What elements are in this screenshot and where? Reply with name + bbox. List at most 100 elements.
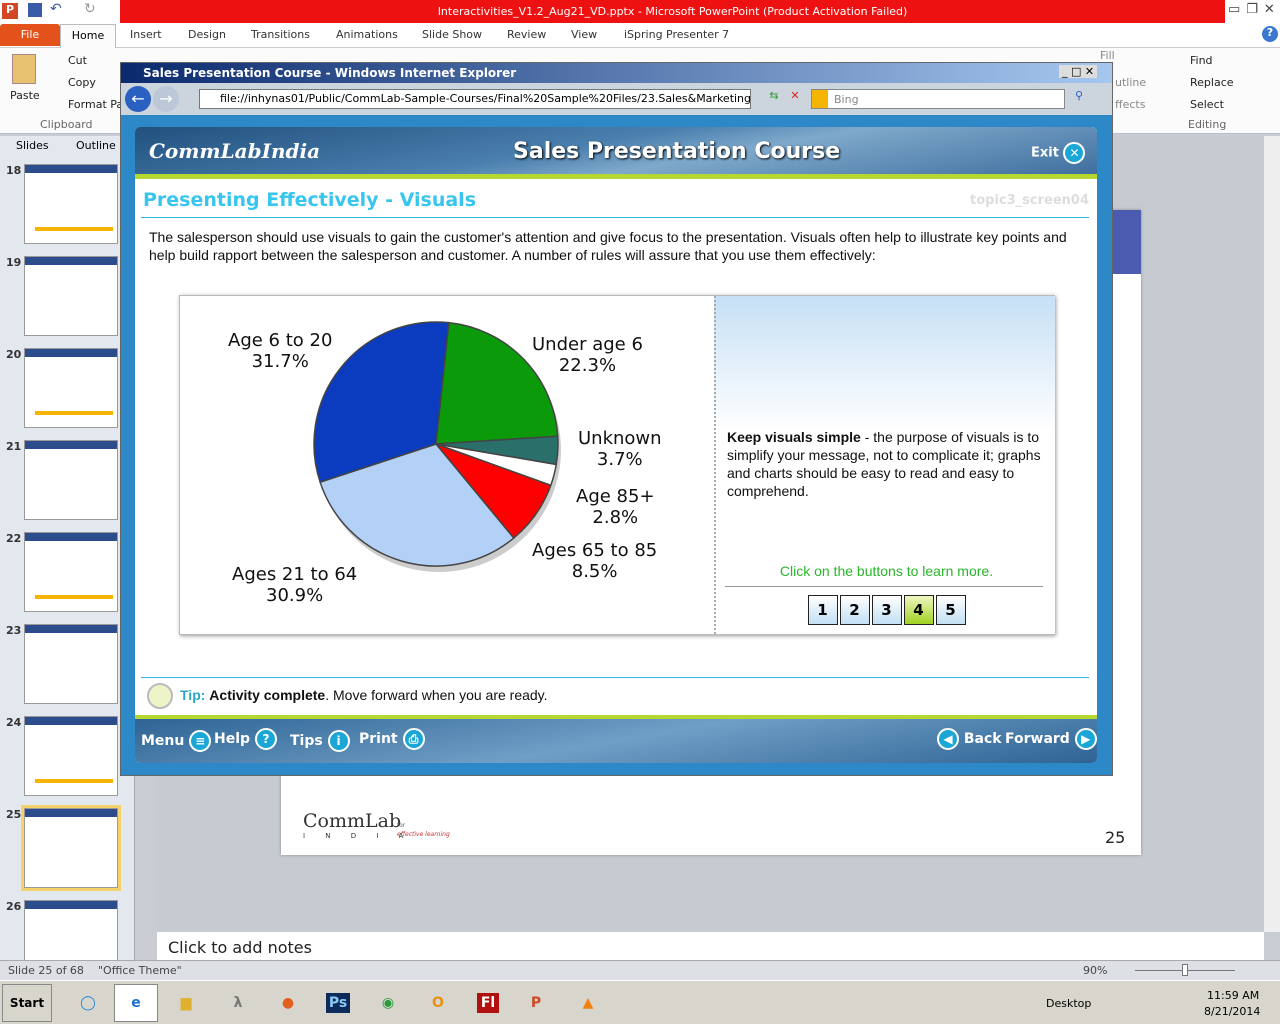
zoom-level[interactable]: 90% (1083, 964, 1107, 977)
topic-buttons: 12345 (716, 595, 1057, 625)
outlook-icon[interactable]: O (416, 984, 460, 1022)
help-icon[interactable]: ? (1262, 26, 1278, 42)
tab-transitions[interactable]: Transitions (251, 28, 310, 41)
forward-icon[interactable]: → (153, 86, 179, 112)
tab-file[interactable]: File (0, 24, 60, 46)
topic-button-4[interactable]: 4 (903, 595, 934, 625)
slice-label: Ages 21 to 64 (232, 564, 358, 585)
slide-number: 21 (6, 440, 22, 453)
slice-value: 8.5% (571, 561, 618, 582)
slide-thumbnail[interactable] (21, 805, 121, 891)
forward-button[interactable]: Forward ▶ (1005, 728, 1097, 750)
copy-button[interactable]: Copy (68, 76, 96, 89)
format-painter-button[interactable]: Format Pa (68, 98, 123, 111)
slide-thumbnail[interactable] (24, 440, 118, 520)
start-button[interactable]: Start (2, 984, 52, 1022)
tab-slide-show[interactable]: Slide Show (422, 28, 482, 41)
back-icon[interactable]: ← (125, 86, 151, 112)
replace-button[interactable]: Replace (1190, 76, 1234, 89)
tab-review[interactable]: Review (507, 28, 546, 41)
tab-ispring[interactable]: iSpring Presenter 7 (624, 28, 729, 41)
topic-button-3[interactable]: 3 (871, 595, 902, 625)
topic-button-5[interactable]: 5 (935, 595, 966, 625)
paste-button[interactable]: Paste (10, 89, 40, 102)
desktop-toolbar[interactable]: Desktop (1046, 997, 1091, 1010)
tips-button[interactable]: Tips i (290, 730, 350, 752)
window-controls[interactable]: ▭❐✕ (1228, 2, 1280, 17)
slide-thumbnail[interactable] (24, 164, 118, 244)
app-icon[interactable]: λ (216, 984, 260, 1022)
help-button[interactable]: Help ? (214, 728, 277, 750)
zoom-slider-thumb[interactable] (1182, 964, 1188, 976)
vertical-scrollbar[interactable] (1264, 136, 1280, 932)
window-title: Interactivities_V1.2_Aug21_VD.pptx - Mic… (120, 0, 1225, 23)
slide-thumbnail[interactable] (24, 256, 118, 336)
find-button[interactable]: Find (1190, 54, 1213, 67)
back-button[interactable]: ◀ Back (937, 728, 1002, 750)
point-title: Keep visuals simple (727, 429, 861, 445)
label-21-64: Ages 21 to 64 30.9% (232, 564, 357, 606)
print-button[interactable]: Print ⎙ (359, 728, 425, 750)
chrome-icon[interactable]: ◉ (366, 984, 410, 1022)
undo-icon[interactable]: ↶ (50, 1, 62, 17)
ie-window-controls[interactable]: _ □ ✕ (1059, 65, 1098, 78)
exit-button[interactable]: Exit ✕ (1031, 142, 1086, 164)
internet-explorer-icon[interactable]: e (114, 984, 158, 1022)
slides-panel: Slides Outline 18 19 20 21 22 23 24 25 26 (0, 136, 135, 980)
shape-outline-button[interactable]: utline (1115, 76, 1146, 89)
info-panel: Keep visuals simple - the purpose of vis… (714, 296, 1055, 634)
tab-animations[interactable]: Animations (336, 28, 398, 41)
tab-home[interactable]: Home (60, 24, 116, 48)
vlc-icon[interactable]: ▲ (566, 984, 610, 1022)
explorer-icon[interactable]: ▆ (164, 984, 208, 1022)
redo-icon[interactable]: ↻ (84, 1, 96, 17)
tab-view[interactable]: View (571, 28, 597, 41)
cut-button[interactable]: Cut (68, 54, 87, 67)
search-icon[interactable]: ⚲ (1069, 89, 1089, 109)
thumb-header (25, 809, 117, 817)
clock-time[interactable]: 11:59 AM (1207, 989, 1259, 1002)
tip-text: Tip: Activity complete. Move forward whe… (180, 687, 548, 703)
instruction-text: Click on the buttons to learn more. (779, 563, 994, 579)
powerpoint-taskbar-icon[interactable]: P (514, 984, 558, 1022)
slide-thumbnail[interactable] (24, 532, 118, 612)
thumb-header (25, 165, 117, 173)
slide-number: 25 (6, 808, 22, 821)
shape-effects-button[interactable]: ffects (1115, 98, 1145, 111)
tab-outline[interactable]: Outline (76, 139, 116, 152)
slide-number: 26 (6, 900, 22, 913)
topic-button-2[interactable]: 2 (839, 595, 870, 625)
powerpoint-icon[interactable]: P (2, 3, 18, 19)
clock-date[interactable]: 8/21/2014 (1204, 1005, 1260, 1018)
select-button[interactable]: Select (1190, 98, 1224, 111)
divider (141, 217, 1089, 218)
slide-thumbnail[interactable] (24, 716, 118, 796)
menu-button[interactable]: Menu ≡ (141, 730, 212, 752)
label-85-plus: Age 85+ 2.8% (576, 486, 655, 528)
save-icon[interactable] (28, 3, 42, 17)
close-icon[interactable]: ✕ (1063, 142, 1086, 164)
flash-icon[interactable]: Fl (466, 984, 510, 1022)
slice-value: 2.8% (592, 507, 639, 528)
search-input[interactable]: Bing (811, 89, 1065, 109)
tab-design[interactable]: Design (188, 28, 226, 41)
photoshop-icon[interactable]: Ps (316, 984, 360, 1022)
notes-pane[interactable]: Click to add notes (157, 932, 1264, 960)
slice-value: 30.9% (266, 585, 324, 606)
bing-icon (812, 90, 828, 108)
slide-count: Slide 25 of 68 (8, 964, 84, 977)
shape-fill-button[interactable]: Fill (1100, 49, 1115, 62)
tab-slides[interactable]: Slides (16, 139, 49, 152)
slide-thumbnail[interactable] (24, 624, 118, 704)
stop-icon[interactable]: ✕ (785, 89, 805, 109)
tab-insert[interactable]: Insert (130, 28, 162, 41)
firefox-icon[interactable]: ● (266, 984, 310, 1022)
slide-thumbnail[interactable] (24, 348, 118, 428)
topic-button-1[interactable]: 1 (807, 595, 838, 625)
slice-label: Under age 6 (532, 334, 643, 355)
refresh-icon[interactable]: ⇆ (764, 89, 784, 109)
quicktime-icon[interactable]: ◯ (66, 984, 110, 1022)
page-heading: Presenting Effectively - Visuals (143, 189, 477, 211)
ie-window: Sales Presentation Course - Windows Inte… (120, 62, 1113, 776)
address-bar[interactable]: file://inhynas01/Public/CommLab-Sample-C… (199, 89, 751, 109)
